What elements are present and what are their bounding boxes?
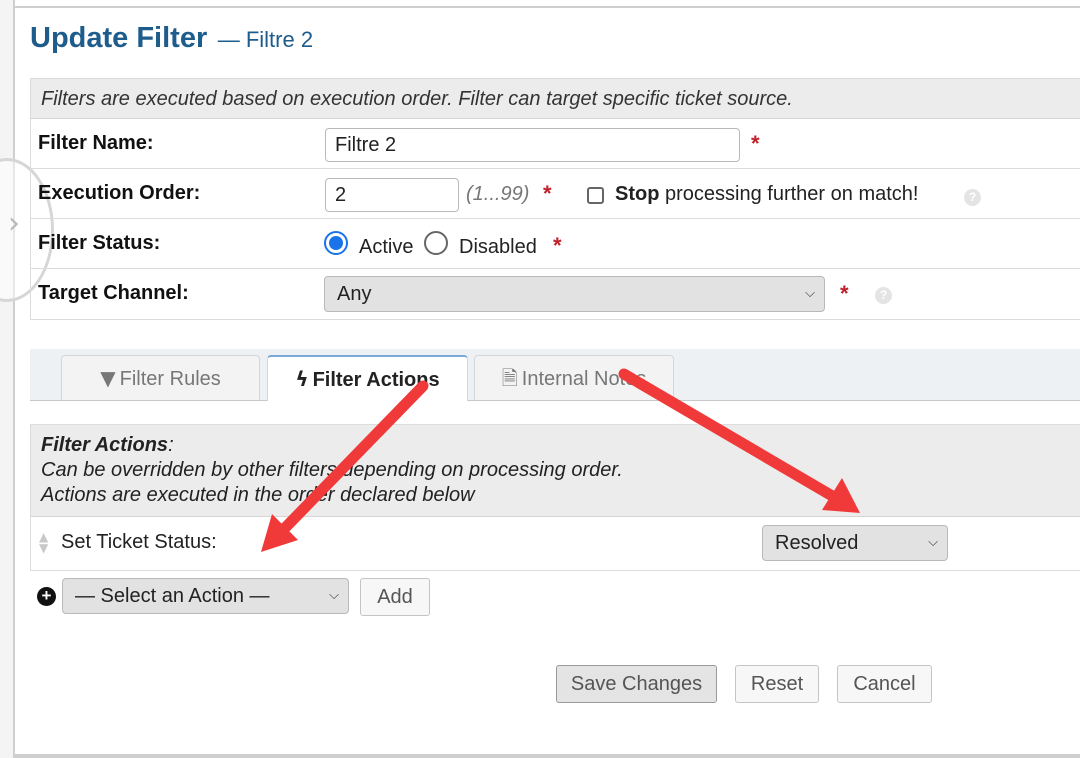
cancel-button[interactable]: Cancel [837, 665, 932, 703]
help-icon[interactable]: ? [875, 287, 892, 304]
page-subtitle: — Filtre 2 [217, 27, 314, 52]
filter-actions-panel: Filter Actions: Can be overridden by oth… [30, 424, 1080, 571]
row-filter-name: Filter Name: * [31, 119, 1080, 169]
stop-processing-label: Stop processing further on match! [615, 183, 918, 206]
chevron-right-icon[interactable]: › [8, 206, 20, 241]
tab-filter-rules-label: Filter Rules [119, 368, 221, 390]
status-disabled-radio[interactable] [424, 231, 448, 255]
status-active-radio[interactable] [324, 231, 348, 255]
target-channel-select[interactable]: Any ⌵ [324, 276, 825, 312]
document-icon: 🗎 [501, 366, 518, 390]
actions-line-1: Can be overridden by other filters depen… [41, 459, 623, 481]
actions-description: Filter Actions: Can be overridden by oth… [31, 425, 1080, 517]
sort-handle-icon[interactable]: ▲ ▼ [39, 531, 55, 554]
add-action-button[interactable]: Add [360, 578, 430, 616]
filter-name-label: Filter Name: [38, 132, 154, 154]
actions-heading: Filter Actions [41, 434, 169, 456]
ticket-status-select[interactable]: Resolved ⌵ [762, 525, 948, 561]
row-target-channel: Target Channel: Any ⌵ * ? [31, 269, 1080, 318]
add-circle-icon: + [37, 587, 56, 606]
tab-internal-notes-label: Internal Notes [521, 368, 647, 390]
ticket-status-value: Resolved [775, 532, 859, 554]
status-disabled-label: Disabled [459, 236, 537, 258]
target-channel-label: Target Channel: [38, 282, 189, 304]
form-info: Filters are executed based on execution … [31, 79, 1080, 119]
window-top-border [13, 0, 1080, 8]
window-left-border [0, 0, 15, 758]
filter-name-input[interactable] [325, 128, 740, 162]
filter-form: Filters are executed based on execution … [30, 78, 1080, 320]
stop-bold: Stop [615, 183, 660, 205]
reset-button[interactable]: Reset [735, 665, 819, 703]
action-select-value: — Select an Action — [75, 585, 270, 607]
tab-filter-rules[interactable]: ▼ Filter Rules [61, 355, 260, 400]
window-bottom-border [13, 754, 1080, 758]
filter-icon: ▼ [100, 366, 116, 390]
stop-processing-checkbox[interactable] [587, 187, 604, 204]
row-filter-status: Filter Status: Active Disabled * [31, 219, 1080, 269]
execution-order-hint: (1...99) [466, 183, 530, 205]
required-marker: * [840, 281, 849, 306]
stop-rest: processing further on match! [665, 183, 919, 205]
tab-internal-notes[interactable]: 🗎 Internal Notes [474, 355, 674, 400]
tab-bar: ▼ Filter Rules ϟ Filter Actions 🗎 Internal … [30, 349, 1080, 401]
tab-filter-actions-label: Filter Actions [312, 369, 440, 391]
required-marker: * [543, 181, 552, 206]
execution-order-input[interactable] [325, 178, 459, 212]
execution-order-label: Execution Order: [38, 182, 201, 204]
page-title: Update Filter — Filtre 2 [30, 22, 313, 55]
page-title-text: Update Filter [30, 22, 208, 54]
target-channel-value: Any [337, 283, 372, 305]
chevron-down-icon: ⌵ [329, 588, 339, 603]
actions-line-2: Actions are executed in the order declar… [41, 484, 475, 506]
required-marker: * [751, 131, 760, 156]
save-changes-button[interactable]: Save Changes [556, 665, 717, 703]
chevron-down-icon: ⌵ [928, 535, 938, 550]
action-select[interactable]: — Select an Action — ⌵ [62, 578, 349, 614]
bolt-icon: ϟ [295, 367, 309, 391]
set-ticket-status-label: Set Ticket Status: [61, 531, 217, 553]
filter-status-label: Filter Status: [38, 232, 161, 254]
help-icon[interactable]: ? [964, 189, 981, 206]
chevron-down-icon: ⌵ [805, 286, 815, 301]
status-active-label: Active [359, 236, 414, 258]
row-execution-order: Execution Order: (1...99) * Stop process… [31, 169, 1080, 219]
actions-heading-colon: : [168, 434, 174, 456]
required-marker: * [553, 233, 562, 258]
tab-filter-actions[interactable]: ϟ Filter Actions [267, 355, 468, 401]
